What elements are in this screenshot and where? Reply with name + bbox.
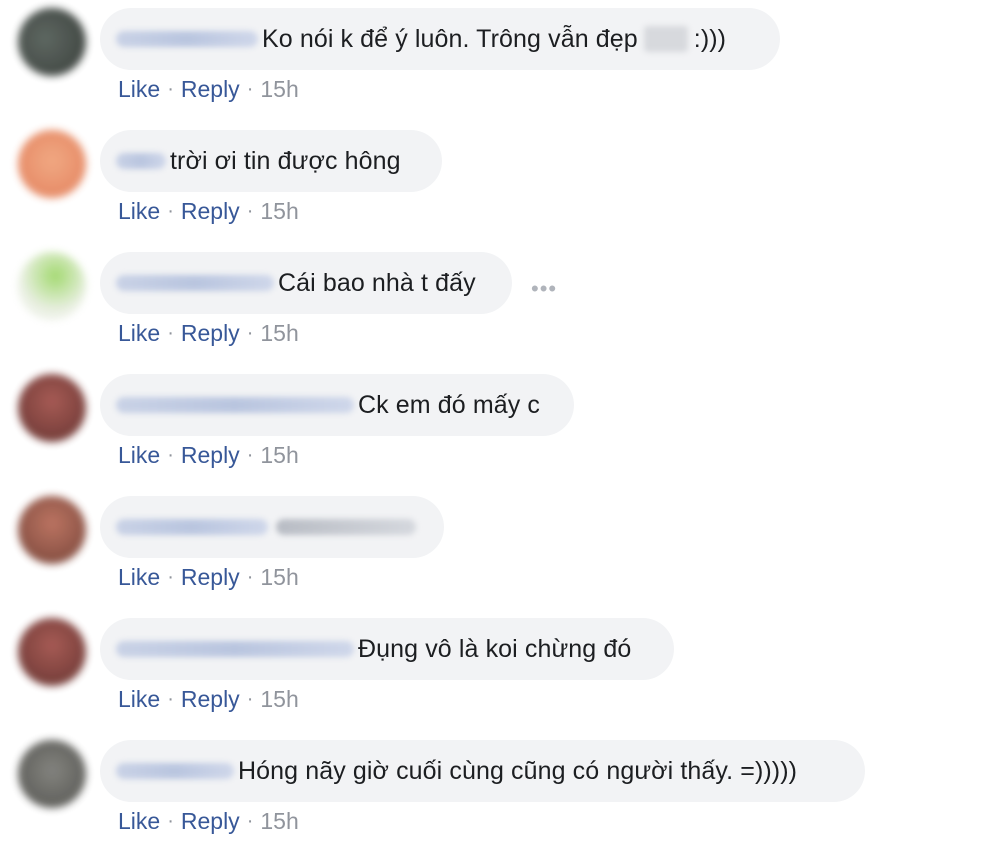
comment-actions: Like · Reply · 15h xyxy=(118,198,299,225)
comment-item: trời ơi tin được hông Like · Reply · 15h xyxy=(0,122,994,244)
comment-item: Ck em đó mấy c Like · Reply · 15h xyxy=(0,366,994,488)
commenter-avatar[interactable] xyxy=(18,618,86,686)
blurred-comment-text xyxy=(276,519,416,535)
separator-dot: · xyxy=(167,200,174,222)
separator-dot: · xyxy=(246,322,254,344)
reply-link[interactable]: Reply xyxy=(181,442,240,469)
reply-link[interactable]: Reply xyxy=(181,76,240,103)
commenter-name[interactable] xyxy=(116,763,234,779)
comment-timestamp[interactable]: 15h xyxy=(260,808,298,835)
comment-bubble xyxy=(100,496,444,558)
commenter-name[interactable] xyxy=(116,519,268,535)
comment-text-suffix: :))) xyxy=(693,24,727,53)
commenter-name[interactable] xyxy=(116,275,274,291)
separator-dot: · xyxy=(246,78,254,100)
comment-actions: Like · Reply · 15h xyxy=(118,76,299,103)
comment-text: Cái bao nhà t đấy xyxy=(278,268,476,297)
separator-dot: · xyxy=(167,810,174,832)
like-link[interactable]: Like xyxy=(118,320,160,347)
comment-text: Đụng vô là koi chừng đó xyxy=(358,634,632,663)
comment-text: trời ơi tin được hông xyxy=(170,146,401,175)
reply-link[interactable]: Reply xyxy=(181,320,240,347)
like-link[interactable]: Like xyxy=(118,442,160,469)
more-options-icon[interactable]: ••• xyxy=(531,276,557,302)
separator-dot: · xyxy=(246,200,254,222)
reply-link[interactable]: Reply xyxy=(181,808,240,835)
comment-item: Like · Reply · 15h xyxy=(0,488,994,610)
commenter-name[interactable] xyxy=(116,641,354,657)
comment-text: Hóng nãy giờ cuối cùng cũng có người thấ… xyxy=(238,756,798,785)
commenter-avatar[interactable] xyxy=(18,496,86,564)
comment-item: Đụng vô là koi chừng đó Like · Reply · 1… xyxy=(0,610,994,732)
commenter-name[interactable] xyxy=(116,153,166,169)
like-link[interactable]: Like xyxy=(118,76,160,103)
like-link[interactable]: Like xyxy=(118,686,160,713)
like-link[interactable]: Like xyxy=(118,808,160,835)
separator-dot: · xyxy=(246,444,254,466)
comment-actions: Like · Reply · 15h xyxy=(118,564,299,591)
separator-dot: · xyxy=(246,688,254,710)
comment-item: Ko nói k để ý luôn. Trông vẫn đẹp :))) L… xyxy=(0,0,994,122)
comment-timestamp[interactable]: 15h xyxy=(260,76,298,103)
comment-item: Hóng nãy giờ cuối cùng cũng có người thấ… xyxy=(0,732,994,854)
comment-bubble: Ko nói k để ý luôn. Trông vẫn đẹp :))) xyxy=(100,8,780,70)
reply-link[interactable]: Reply xyxy=(181,686,240,713)
comment-timestamp[interactable]: 15h xyxy=(260,686,298,713)
commenter-avatar[interactable] xyxy=(18,252,86,320)
comment-timestamp[interactable]: 15h xyxy=(260,564,298,591)
comment-bubble: Cái bao nhà t đấy xyxy=(100,252,512,314)
commenter-avatar[interactable] xyxy=(18,740,86,808)
reply-link[interactable]: Reply xyxy=(181,198,240,225)
comment-text: Ck em đó mấy c xyxy=(358,390,541,419)
comment-actions: Like · Reply · 15h xyxy=(118,442,299,469)
separator-dot: · xyxy=(167,322,174,344)
commenter-name[interactable] xyxy=(116,31,258,47)
reply-link[interactable]: Reply xyxy=(181,564,240,591)
separator-dot: · xyxy=(167,566,174,588)
comment-text: Ko nói k để ý luôn. Trông vẫn đẹp xyxy=(262,24,638,53)
commenter-avatar[interactable] xyxy=(18,8,86,76)
comment-actions: Like · Reply · 15h xyxy=(118,320,299,347)
like-link[interactable]: Like xyxy=(118,198,160,225)
separator-dot: · xyxy=(246,566,254,588)
comment-item: Cái bao nhà t đấy ••• Like · Reply · 15h xyxy=(0,244,994,366)
separator-dot: · xyxy=(246,810,254,832)
separator-dot: · xyxy=(167,78,174,100)
separator-dot: · xyxy=(167,444,174,466)
blurred-emoji xyxy=(643,26,688,52)
comment-bubble: Ck em đó mấy c xyxy=(100,374,574,436)
separator-dot: · xyxy=(167,688,174,710)
commenter-avatar[interactable] xyxy=(18,130,86,198)
comment-timestamp[interactable]: 15h xyxy=(260,320,298,347)
comment-actions: Like · Reply · 15h xyxy=(118,686,299,713)
comment-bubble: trời ơi tin được hông xyxy=(100,130,442,192)
comment-timestamp[interactable]: 15h xyxy=(260,442,298,469)
comment-bubble: Hóng nãy giờ cuối cùng cũng có người thấ… xyxy=(100,740,865,802)
comment-actions: Like · Reply · 15h xyxy=(118,808,299,835)
comment-bubble: Đụng vô là koi chừng đó xyxy=(100,618,674,680)
commenter-avatar[interactable] xyxy=(18,374,86,442)
comment-timestamp[interactable]: 15h xyxy=(260,198,298,225)
like-link[interactable]: Like xyxy=(118,564,160,591)
commenter-name[interactable] xyxy=(116,397,354,413)
